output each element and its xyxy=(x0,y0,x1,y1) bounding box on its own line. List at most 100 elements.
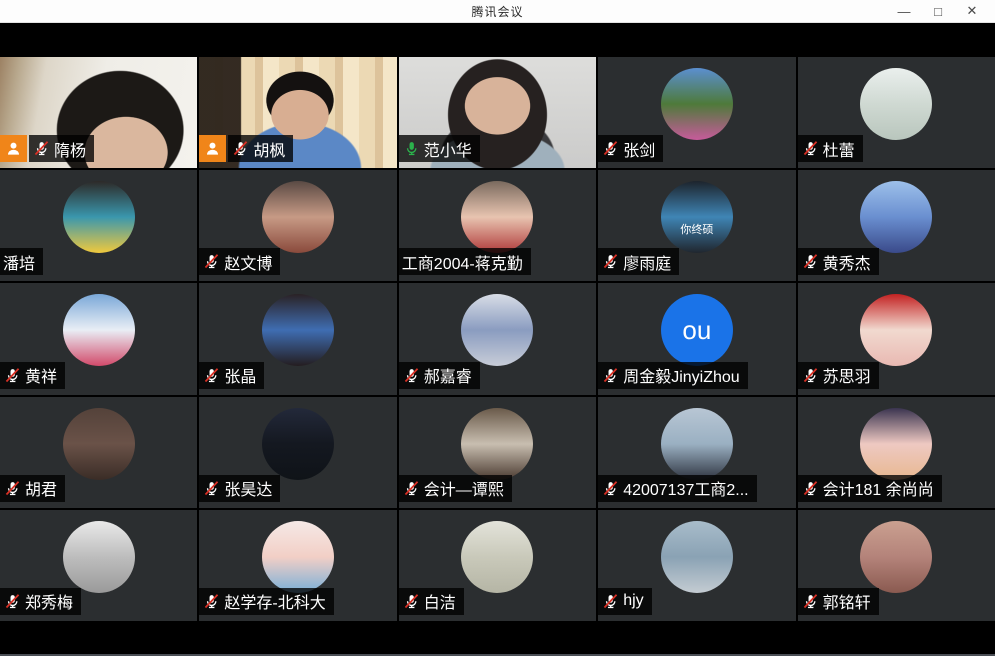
participant-name: 会计181 余尚尚 xyxy=(823,476,934,500)
name-label: 郭铭轩 xyxy=(798,588,879,615)
mic-muted-icon xyxy=(403,593,420,610)
avatar xyxy=(860,521,932,593)
label-row: 杜蕾 xyxy=(798,135,863,162)
name-label: 张昊达 xyxy=(199,475,280,502)
mic-muted-icon xyxy=(232,140,249,157)
participant-tile-1[interactable]: 隋杨 xyxy=(0,57,197,168)
avatar: ou xyxy=(661,294,733,366)
avatar xyxy=(661,521,733,593)
minimize-button[interactable]: — xyxy=(887,0,921,22)
participant-name: 隋杨 xyxy=(54,137,86,161)
mic-muted-icon xyxy=(203,593,220,610)
label-row: 郝嘉睿 xyxy=(399,362,480,389)
participant-tile-12[interactable]: 张晶 xyxy=(199,283,396,394)
participant-tile-11[interactable]: 黄祥 xyxy=(0,283,197,394)
name-label: hjy xyxy=(598,588,651,615)
mic-muted-icon xyxy=(4,593,21,610)
participant-tile-21[interactable]: 郑秀梅 xyxy=(0,510,197,621)
participant-name: 黄秀杰 xyxy=(823,250,871,274)
participant-tile-25[interactable]: 郭铭轩 xyxy=(798,510,995,621)
name-label: 胡君 xyxy=(0,475,65,502)
mic-on-icon xyxy=(403,140,420,157)
participant-name: 赵学存-北科大 xyxy=(224,589,325,613)
participant-name: 张昊达 xyxy=(224,476,272,500)
participant-tile-18[interactable]: 会计—谭熙 xyxy=(399,397,596,508)
participant-tile-22[interactable]: 赵学存-北科大 xyxy=(199,510,396,621)
participant-tile-5[interactable]: 杜蕾 xyxy=(798,57,995,168)
name-label: 工商2004-蒋克勤 xyxy=(399,248,531,275)
label-row: 工商2004-蒋克勤 xyxy=(399,248,531,275)
name-label: 张晶 xyxy=(199,362,264,389)
name-label: 赵学存-北科大 xyxy=(199,588,333,615)
bottom-black-strip xyxy=(0,621,995,656)
participant-name: 白洁 xyxy=(424,589,456,613)
tencent-meeting-window: 腾讯会议 — □ ✕ xyxy=(0,0,995,656)
member-badge-icon xyxy=(199,135,226,162)
close-button[interactable]: ✕ xyxy=(955,0,989,22)
title-bar: 腾讯会议 — □ ✕ xyxy=(0,0,995,23)
participant-name: 张剑 xyxy=(623,137,655,161)
participant-name: 潘培 xyxy=(3,250,35,274)
mic-muted-icon xyxy=(602,593,619,610)
mic-muted-icon xyxy=(203,253,220,270)
participant-tile-8[interactable]: 工商2004-蒋克勤 xyxy=(399,170,596,281)
name-label: 杜蕾 xyxy=(798,135,863,162)
participant-tile-3[interactable]: 范小华 xyxy=(399,57,596,168)
participant-tile-10[interactable]: 黄秀杰 xyxy=(798,170,995,281)
mic-muted-icon xyxy=(802,140,819,157)
participant-tile-13[interactable]: 郝嘉睿 xyxy=(399,283,596,394)
mic-muted-icon xyxy=(602,140,619,157)
label-row: 会计181 余尚尚 xyxy=(798,475,942,502)
participant-name: 廖雨庭 xyxy=(623,250,671,274)
label-row: hjy xyxy=(598,588,651,615)
name-label: 黄秀杰 xyxy=(798,248,879,275)
participant-name: 黄祥 xyxy=(25,363,57,387)
avatar xyxy=(63,294,135,366)
window-controls: — □ ✕ xyxy=(887,0,989,22)
name-label: 张剑 xyxy=(598,135,663,162)
participant-tile-6[interactable]: 潘培 xyxy=(0,170,197,281)
participant-tile-15[interactable]: 苏思羽 xyxy=(798,283,995,394)
mic-muted-icon xyxy=(403,480,420,497)
avatar xyxy=(461,521,533,593)
participant-tile-19[interactable]: 42007137工商2... xyxy=(598,397,795,508)
participant-tile-20[interactable]: 会计181 余尚尚 xyxy=(798,397,995,508)
participant-tile-23[interactable]: 白洁 xyxy=(399,510,596,621)
avatar xyxy=(461,181,533,253)
mic-muted-icon xyxy=(4,480,21,497)
label-row: 胡君 xyxy=(0,475,65,502)
participant-name: 会计—谭熙 xyxy=(424,476,504,500)
mic-muted-icon xyxy=(602,480,619,497)
avatar xyxy=(860,408,932,480)
participant-name: 工商2004-蒋克勤 xyxy=(402,250,523,274)
name-label: 隋杨 xyxy=(29,135,94,162)
participant-tile-7[interactable]: 赵文博 xyxy=(199,170,396,281)
participant-tile-16[interactable]: 胡君 xyxy=(0,397,197,508)
avatar xyxy=(262,181,334,253)
mic-muted-icon xyxy=(203,480,220,497)
mic-muted-icon xyxy=(203,367,220,384)
name-label: 潘培 xyxy=(0,248,43,275)
avatar xyxy=(461,408,533,480)
top-black-strip xyxy=(0,23,995,57)
member-badge-icon xyxy=(0,135,27,162)
participant-tile-2[interactable]: 胡枫 xyxy=(199,57,396,168)
participant-tile-17[interactable]: 张昊达 xyxy=(199,397,396,508)
name-label: 白洁 xyxy=(399,588,464,615)
name-label: 范小华 xyxy=(399,135,480,162)
participant-name: hjy xyxy=(623,592,643,610)
maximize-button[interactable]: □ xyxy=(921,0,955,22)
avatar xyxy=(63,181,135,253)
participant-tile-24[interactable]: hjy xyxy=(598,510,795,621)
participant-name: 范小华 xyxy=(424,137,472,161)
label-row: 会计—谭熙 xyxy=(399,475,512,502)
participant-tile-14[interactable]: ou 周金毅JinyiZhou xyxy=(598,283,795,394)
label-row: 郑秀梅 xyxy=(0,588,81,615)
avatar-text: ou xyxy=(682,316,711,345)
mic-muted-icon xyxy=(602,367,619,384)
participant-tile-4[interactable]: 张剑 xyxy=(598,57,795,168)
participant-name: 杜蕾 xyxy=(823,137,855,161)
mic-muted-icon xyxy=(802,593,819,610)
participant-tile-9[interactable]: 你终硕 廖雨庭 xyxy=(598,170,795,281)
label-row: 张晶 xyxy=(199,362,264,389)
